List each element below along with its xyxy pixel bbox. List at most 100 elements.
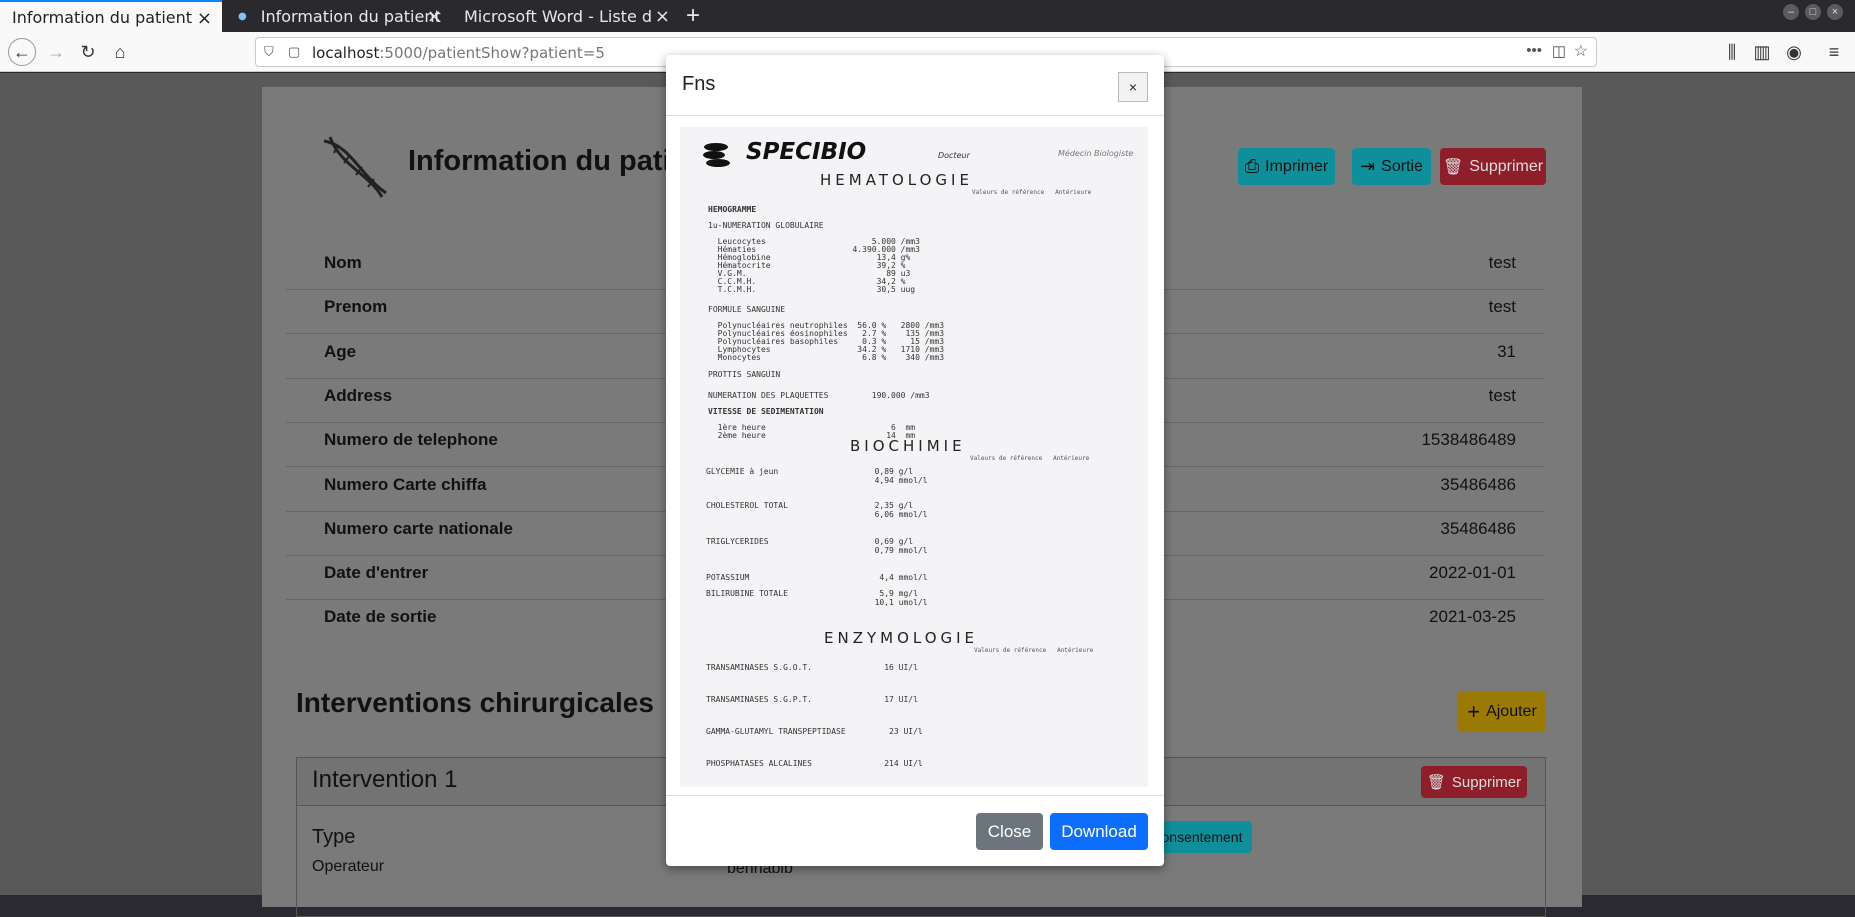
- specibio-logo-icon: [702, 141, 732, 167]
- document-modal: Fns × SPECIBIO Docteur Médecin Biologist…: [666, 55, 1164, 866]
- doc-line: TRANSAMINASES S.G.O.T. 16 UI/l: [706, 663, 918, 672]
- tab-title: Microsoft Word - Liste des a: [464, 6, 652, 26]
- doc-line: TRANSAMINASES S.G.P.T. 17 UI/l: [706, 695, 918, 704]
- field-label-address: Address: [324, 386, 393, 405]
- printer-icon: ⎙: [1244, 156, 1260, 176]
- field-value-age: 31: [1497, 342, 1516, 361]
- interventions-heading: Interventions chirurgicales: [296, 687, 654, 718]
- tab-patient-info-active[interactable]: Information du patient ×: [0, 0, 222, 32]
- doc-line: 0,79 mmol/l: [706, 546, 928, 555]
- field-value-chiffa: 35486486: [1440, 475, 1516, 494]
- doc-line: VITESSE DE SEDIMENTATION: [708, 407, 824, 416]
- doc-line: HEMOGRAMME: [708, 205, 757, 214]
- doc-line: 1u-NUMERATION GLOBULAIRE: [708, 221, 824, 230]
- doc-line: TRIGLYCERIDES 0,69 g/l: [706, 537, 914, 546]
- close-button[interactable]: Close: [976, 813, 1043, 850]
- field-label-age: Age: [324, 342, 357, 361]
- library-icon[interactable]: ⫼: [1718, 38, 1746, 66]
- doc-ref-header: Valeurs de référence Antérieure: [972, 189, 1092, 196]
- menu-icon[interactable]: ≡: [1820, 38, 1848, 66]
- consent-button[interactable]: onsentement: [1152, 821, 1252, 853]
- page-info-icon[interactable]: ▢: [288, 44, 300, 60]
- type-label: Type: [312, 826, 356, 848]
- field-value-exit-date: 2021-03-25: [1429, 607, 1516, 626]
- print-button[interactable]: ⎙ Imprimer: [1238, 148, 1335, 185]
- doc-line: PHOSPHATASES ALCALINES 214 UI/l: [706, 759, 923, 768]
- home-icon[interactable]: ⌂: [106, 38, 134, 66]
- doc-brand: SPECIBIO: [746, 139, 867, 165]
- close-window-icon[interactable]: ×: [1827, 4, 1843, 20]
- field-label-chiffa: Numero Carte chiffa: [324, 475, 487, 494]
- doc-doctor-label: Docteur: [938, 151, 970, 160]
- add-intervention-button[interactable]: + Ajouter: [1458, 691, 1546, 732]
- field-value-telephone: 1538486489: [1421, 430, 1516, 449]
- dna-logo-icon: [320, 135, 390, 199]
- trash-icon: 🗑: [1426, 774, 1446, 791]
- field-label-entry-date: Date d'entrer: [324, 563, 429, 582]
- field-value-prenom: test: [1488, 297, 1516, 316]
- divider: [666, 795, 1164, 796]
- field-value-entry-date: 2022-01-01: [1429, 563, 1516, 582]
- tab-bar: Information du patient × ● Information d…: [0, 0, 1855, 32]
- doc-line: 6,06 mmol/l: [706, 510, 928, 519]
- doc-line: T.C.M.H. 30,5 uug: [708, 285, 916, 294]
- close-icon[interactable]: ×: [197, 8, 212, 29]
- bookmark-star-icon[interactable]: ☆: [1574, 41, 1588, 61]
- field-label-exit-date: Date de sortie: [324, 607, 437, 626]
- doc-biologist-label: Médecin Biologiste: [1058, 149, 1134, 158]
- download-button[interactable]: Download: [1050, 813, 1148, 850]
- doc-section-enzymologie: ENZYMOLOGIE: [824, 629, 979, 647]
- intervention-title: Intervention 1: [312, 766, 458, 793]
- divider: [666, 115, 1164, 116]
- field-value-nom: test: [1488, 253, 1516, 272]
- tab-title: Information du patient: [12, 7, 193, 27]
- doc-line: NUMERATION DES PLAQUETTES 190.000 /mm3: [708, 391, 930, 400]
- doc-ref-header: Valeurs de référence Antérieure: [974, 647, 1094, 654]
- window-controls: – □ ×: [1783, 4, 1843, 20]
- url-text: localhost:5000/patientShow?patient=5: [312, 44, 605, 62]
- sidebar-icon[interactable]: ▥: [1748, 38, 1776, 66]
- shield-icon[interactable]: ⛉: [264, 44, 274, 60]
- more-icon[interactable]: •••: [1526, 42, 1542, 59]
- account-icon[interactable]: ◉: [1780, 38, 1808, 66]
- doc-line: PROTTIS SANGUIN: [708, 370, 781, 379]
- close-icon[interactable]: ×: [655, 6, 670, 27]
- tab-title: Information du patient: [260, 6, 441, 26]
- maximize-icon[interactable]: □: [1805, 4, 1821, 20]
- forward-arrow-icon[interactable]: →: [42, 38, 70, 66]
- minimize-icon[interactable]: –: [1783, 4, 1799, 20]
- tab-word-doc[interactable]: Microsoft Word - Liste des a ×: [452, 0, 680, 32]
- field-label-prenom: Prenom: [324, 297, 388, 316]
- back-arrow-icon[interactable]: ←: [8, 38, 36, 66]
- doc-section-biochimie: BIOCHIMIE: [850, 437, 966, 455]
- doc-ref-header: Valeurs de référence Antérieure: [970, 455, 1090, 462]
- trash-icon: 🗑: [1442, 158, 1464, 176]
- exit-icon: ⇥: [1360, 156, 1376, 176]
- field-value-address: test: [1488, 386, 1516, 405]
- new-tab-button[interactable]: +: [686, 2, 700, 30]
- doc-line: 10,1 umol/l: [706, 598, 928, 607]
- delete-intervention-button[interactable]: 🗑 Supprimer: [1421, 766, 1527, 798]
- delete-patient-button[interactable]: 🗑 Supprimer: [1440, 148, 1546, 185]
- doc-line: GAMMA-GLUTAMYL TRANSPEPTIDASE 23 UI/l: [706, 727, 923, 736]
- doc-line: Monocytes 6.8 % 340 /mm3: [708, 353, 945, 362]
- plus-icon: +: [1467, 698, 1481, 724]
- close-icon[interactable]: ×: [427, 6, 442, 27]
- modal-title: Fns: [682, 73, 716, 95]
- field-label-nom: Nom: [324, 253, 362, 272]
- lab-report-image: SPECIBIO Docteur Médecin Biologiste HEMA…: [680, 127, 1148, 787]
- pocket-icon[interactable]: ◫: [1552, 42, 1566, 60]
- dot-icon: ●: [238, 10, 247, 22]
- tab-patient-info[interactable]: ● Information du patient ×: [226, 0, 452, 32]
- doc-section-hematologie: HEMATOLOGIE: [820, 171, 973, 189]
- field-label-telephone: Numero de telephone: [324, 430, 498, 449]
- doc-line: GLYCEMIE à jeun 0,89 g/l: [706, 467, 914, 476]
- page-title: Information du patie: [408, 145, 687, 177]
- reload-icon[interactable]: ↻: [74, 38, 102, 66]
- doc-line: POTASSIUM 4,4 mmol/l: [706, 573, 928, 582]
- field-value-national-card: 35486486: [1440, 519, 1516, 538]
- operator-label: Operateur: [312, 858, 385, 875]
- doc-line: CHOLESTEROL TOTAL 2,35 g/l: [706, 501, 914, 510]
- exit-button[interactable]: ⇥ Sortie: [1352, 148, 1431, 185]
- modal-close-x-button[interactable]: ×: [1118, 72, 1148, 102]
